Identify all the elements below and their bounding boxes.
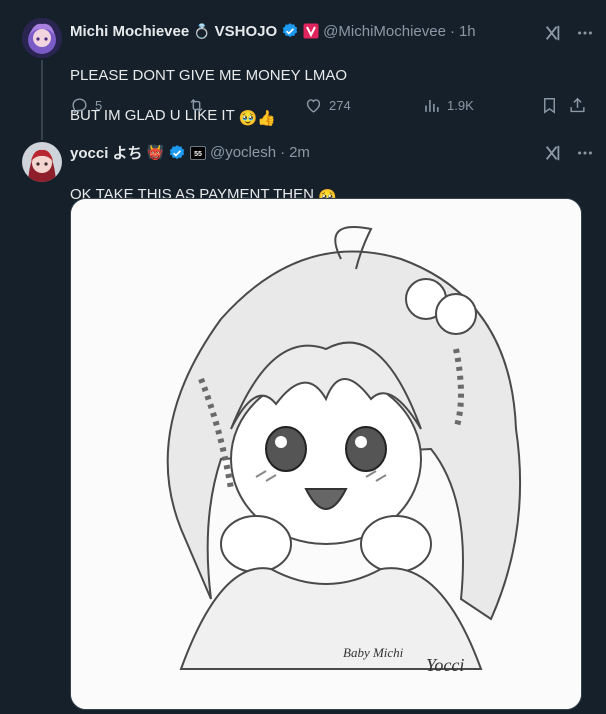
like-icon — [306, 99, 321, 113]
tweet-michi[interactable]: Michi Mochievee 💍 VSHOJO @MichiMochievee… — [0, 0, 606, 140]
handle[interactable]: @MichiMochievee — [323, 23, 446, 40]
more-icon[interactable] — [576, 24, 594, 47]
timestamp[interactable]: 1h — [459, 23, 476, 40]
thread-line — [41, 60, 43, 140]
grok-icon[interactable] — [544, 24, 562, 47]
display-name[interactable]: yocci よち — [70, 142, 143, 163]
tweet-image[interactable]: Baby Michi Yocci — [70, 198, 582, 710]
avatar-michi[interactable] — [22, 18, 62, 58]
views-icon — [425, 99, 439, 112]
more-icon[interactable] — [576, 144, 594, 167]
ogre-emoji: 👹 — [146, 144, 164, 160]
tweet-actions: 5 274 1.9K — [70, 96, 586, 120]
bookmark-button[interactable] — [540, 96, 559, 115]
verified-icon — [168, 144, 186, 162]
like-count: 274 — [329, 98, 351, 113]
chibi-drawing: Baby Michi Yocci — [71, 199, 581, 709]
vshojo-badge-icon — [303, 23, 319, 39]
views-count: 1.9K — [447, 98, 474, 113]
retweet-button[interactable] — [187, 96, 212, 115]
grok-icon[interactable] — [544, 144, 562, 167]
like-button[interactable]: 274 — [304, 96, 351, 115]
avatar-yocci[interactable] — [22, 142, 62, 182]
tweet-top-actions — [544, 144, 594, 167]
share-button[interactable] — [568, 96, 587, 115]
reply-icon — [72, 98, 87, 114]
affiliate-badge-icon: 55 — [190, 145, 206, 160]
separator-dot: · — [280, 144, 286, 161]
svg-text:55: 55 — [194, 151, 202, 158]
tweet-header: Michi Mochievee 💍 VSHOJO @MichiMochievee… — [70, 22, 476, 40]
verified-icon — [281, 22, 299, 40]
display-name[interactable]: Michi Mochievee — [70, 23, 189, 40]
share-icon — [570, 97, 585, 113]
reply-button[interactable]: 5 — [70, 96, 102, 115]
signature-text: Baby Michi — [343, 645, 404, 660]
reply-count: 5 — [95, 98, 103, 113]
signature-artist-text: Yocci — [426, 655, 464, 675]
handle[interactable]: @yoclesh — [210, 144, 276, 161]
retweet-icon — [190, 98, 203, 113]
separator-dot: · — [449, 22, 455, 40]
bookmark-icon — [544, 98, 555, 114]
views-button[interactable]: 1.9K — [422, 96, 474, 115]
timestamp[interactable]: 2m — [289, 144, 310, 161]
tweet-text-line1: PLEASE DONT GIVE ME MONEY LMAO — [70, 67, 348, 84]
tweet-header: yocci よち 👹 55 @yoclesh · 2m — [70, 142, 310, 163]
affiliation-text: VSHOJO — [214, 22, 278, 40]
ring-emoji: 💍 — [193, 22, 211, 39]
tweet-top-actions — [544, 24, 594, 47]
